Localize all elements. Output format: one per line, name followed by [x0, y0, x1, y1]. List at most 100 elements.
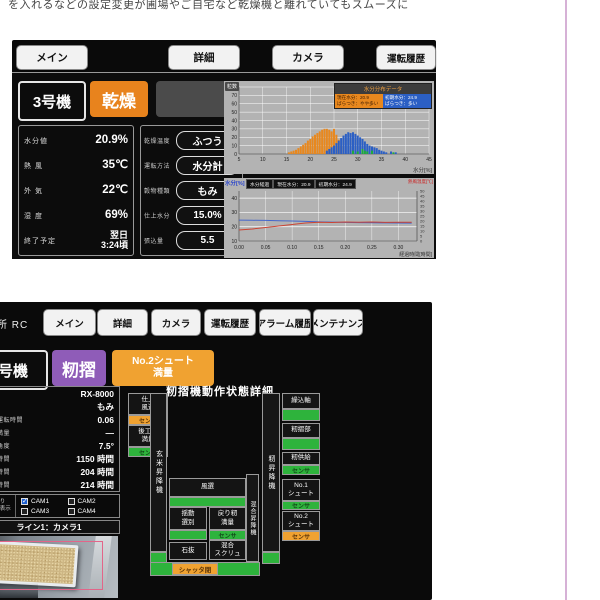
svg-text:60: 60: [231, 102, 237, 108]
shake-sorter-status-bar: [169, 530, 207, 540]
trend-header-current: 現在水分：20.9: [273, 179, 314, 189]
sensor-chute-2: センサ: [282, 531, 320, 541]
svg-text:30: 30: [355, 157, 361, 163]
info-row-operating-hours: 稼動時間 204 時間: [0, 465, 119, 478]
mode-badge-hulling: 籾摺: [52, 350, 106, 386]
setting-label: 穀物種類: [144, 186, 174, 195]
tab-run-history[interactable]: 運転履歴: [376, 45, 436, 70]
info-label: 通電時間: [0, 454, 10, 463]
checkbox-icon[interactable]: [21, 508, 28, 515]
svg-text:40: 40: [231, 196, 237, 202]
svg-text:15: 15: [420, 224, 425, 229]
info-row-material: 原 料 もみ: [0, 400, 119, 413]
trend-ylabel-left: 水分[%]: [225, 179, 245, 187]
winnow-status-bar: [169, 497, 246, 507]
stat-value: 20.9%: [95, 134, 128, 147]
moisture-trend-chart: 水分[%] 熱風温度[℃] 水分経過 現在水分：20.9 初期水分：24.9 0…: [224, 178, 434, 258]
tab-detail[interactable]: 詳細: [168, 45, 240, 70]
elevator-brown-rice: 玄米昇降機: [150, 393, 167, 552]
elevator-paddy-status: [262, 552, 280, 564]
svg-text:0.10: 0.10: [287, 245, 297, 251]
svg-text:20: 20: [307, 157, 313, 163]
info-row-power-hours: 通電時間 1150 時間: [0, 452, 119, 465]
svg-text:0.25: 0.25: [367, 245, 377, 251]
info-value: 214 時間: [80, 479, 114, 491]
tab-main[interactable]: メイン: [43, 309, 96, 336]
tab-alarm-history[interactable]: アラーム履歴: [259, 309, 311, 336]
cell-mix-screw: 混合 スクリュ: [209, 540, 246, 560]
tab-run-history[interactable]: 運転履歴: [204, 309, 256, 336]
moisture-histogram: 粒数 水分分布データ 現在水分：20.9 ばらつき：やや多い 初期水分：24.9…: [224, 81, 434, 174]
tab-detail[interactable]: 詳細: [97, 309, 148, 336]
hulling-status-bar: [282, 438, 320, 450]
intake-status-bar: [282, 409, 320, 421]
legend-title: 水分分布データ: [335, 84, 431, 94]
svg-text:10: 10: [420, 229, 425, 234]
info-value: 204 時間: [80, 466, 114, 478]
info-row-auto-run-time: 自動運転時間 0.06: [0, 413, 119, 426]
svg-text:70: 70: [231, 93, 237, 99]
svg-text:40: 40: [420, 199, 425, 204]
tab-main[interactable]: メイン: [16, 45, 88, 70]
checkbox-icon[interactable]: [68, 498, 75, 505]
unit-number-badge: 号機: [0, 350, 48, 390]
checkbox-icon[interactable]: [68, 508, 75, 515]
huller-status-panel: 場所 RC メイン 詳細 カメラ 運転履歴 アラーム履歴 メンテナンス 号機 籾…: [0, 302, 432, 600]
page-caption: を入れるなどの設定変更が圃場やご自宅など乾燥機と離れていてもスムーズに: [8, 0, 409, 12]
svg-text:30: 30: [231, 210, 237, 216]
tab-camera[interactable]: カメラ: [151, 309, 201, 336]
info-label: 運転時間: [0, 480, 10, 489]
cam1-checkbox[interactable]: CAM1: [21, 498, 68, 505]
svg-text:0: 0: [420, 239, 423, 244]
cam3-checkbox[interactable]: CAM3: [21, 508, 68, 515]
svg-text:0.15: 0.15: [314, 245, 324, 251]
histogram-ylabel: 粒数: [225, 82, 239, 91]
tab-maintenance[interactable]: メンテナンス: [313, 309, 363, 336]
unit-number-badge: 3号機: [18, 81, 86, 121]
page-edge-line: [565, 0, 567, 600]
cell-chute-1: No.1 シュート: [282, 479, 320, 501]
svg-text:40: 40: [231, 118, 237, 124]
location-label: 場所 RC: [0, 316, 28, 331]
svg-text:25: 25: [420, 214, 425, 219]
dryer-monitor-panel: メイン 詳細 カメラ 運転履歴 3号機 乾燥 水分値 20.9% 熱 風 35℃…: [12, 40, 436, 259]
setting-label: 張込量: [144, 236, 174, 245]
cell-intake-shaft: 繰込軸: [282, 393, 320, 409]
info-value: ―: [106, 428, 115, 438]
svg-text:50: 50: [231, 110, 237, 116]
svg-text:5: 5: [238, 157, 241, 163]
stat-label: 終了予定: [24, 236, 56, 246]
svg-text:10: 10: [231, 143, 237, 149]
stat-label: 外 気: [24, 186, 43, 196]
cam-label: CAM1: [31, 498, 49, 505]
info-value: 0.06: [97, 415, 114, 425]
trend-ylabel-right: 熱風温度[℃]: [408, 179, 433, 185]
svg-text:0.20: 0.20: [340, 245, 350, 251]
cell-shake-sorter: 揺動 選別: [169, 507, 207, 530]
sensor-chute-1: センサ: [282, 501, 320, 510]
stat-value: 22℃: [102, 184, 128, 197]
cam4-checkbox[interactable]: CAM4: [68, 508, 115, 515]
shutter-closed-badge: シャッタ閉: [172, 563, 218, 575]
cam-label: CAM3: [31, 508, 49, 515]
legend-initial: 初期水分：24.9 ばらつき：多い: [383, 94, 431, 108]
cam2-checkbox[interactable]: CAM2: [68, 498, 115, 505]
info-value: 7.5°: [99, 441, 114, 451]
svg-text:0.05: 0.05: [261, 245, 271, 251]
tab-camera[interactable]: カメラ: [272, 45, 344, 70]
histogram-xlabel: 水分[%]: [413, 166, 432, 174]
svg-text:50: 50: [420, 189, 425, 194]
info-row-model: 型 式 RX-8000: [0, 387, 119, 400]
info-row-full-status: 玄米満量 ―: [0, 426, 119, 439]
camera-feed-title: ライン1：カメラ1: [0, 520, 120, 534]
svg-text:0: 0: [234, 152, 237, 158]
cell-chute-2: No.2 シュート: [282, 511, 320, 531]
checkbox-icon[interactable]: [21, 498, 28, 505]
svg-text:0.00: 0.00: [234, 245, 244, 251]
svg-text:25: 25: [331, 157, 337, 163]
stat-value: 翌日 3:24頃: [101, 231, 128, 251]
svg-text:45: 45: [420, 194, 425, 199]
stat-value: 69%: [105, 209, 128, 222]
info-row-shake-angle: 揺動角度 7.5°: [0, 439, 119, 452]
sensor-paddy-supply: センサ: [282, 465, 320, 475]
